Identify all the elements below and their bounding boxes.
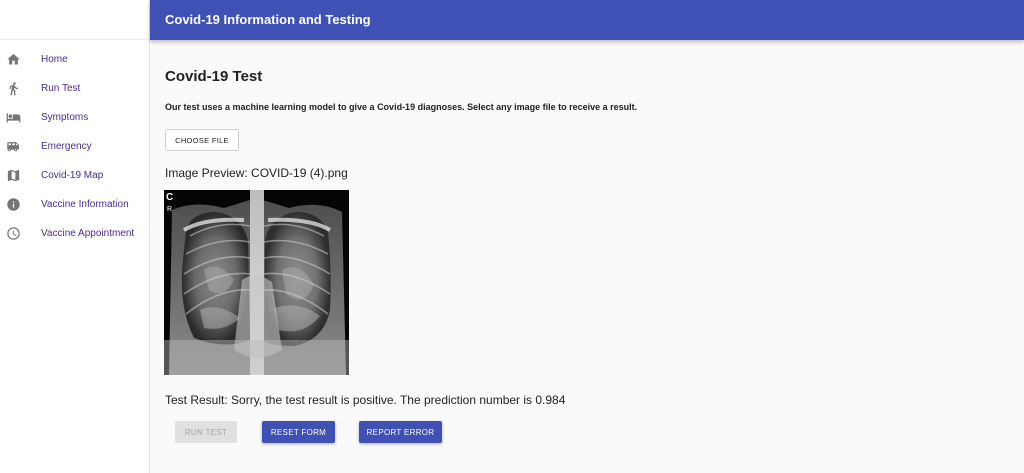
- test-result-text: Test Result: Sorry, the test result is p…: [165, 393, 566, 407]
- choose-file-button[interactable]: CHOOSE FILE: [165, 129, 239, 151]
- report-error-button[interactable]: REPORT ERROR: [359, 421, 442, 443]
- running-person-icon: [6, 81, 21, 96]
- reset-form-button[interactable]: RESET FORM: [262, 421, 335, 443]
- hotel-bed-icon: [6, 110, 21, 125]
- image-marker-r: R: [167, 206, 172, 213]
- sidebar-item-label: Covid-19 Map: [41, 170, 104, 181]
- page-title: Covid-19 Test: [165, 68, 263, 85]
- sidebar-item-label: Symptoms: [41, 112, 89, 123]
- xray-image-preview: C R: [164, 190, 349, 375]
- home-icon: [6, 52, 21, 67]
- sidebar-header: [0, 0, 149, 40]
- app-bar: Covid-19 Information and Testing: [150, 0, 1024, 40]
- test-description: Our test uses a machine learning model t…: [165, 102, 638, 112]
- map-icon: [6, 168, 21, 183]
- image-preview-title: Image Preview: COVID-19 (4).png: [165, 166, 348, 180]
- sidebar-item-covid-map[interactable]: Covid-19 Map: [0, 161, 149, 190]
- run-test-button[interactable]: RUN TEST: [175, 421, 237, 443]
- sidebar-item-label: Run Test: [41, 83, 81, 94]
- sidebar-item-home[interactable]: Home: [0, 45, 149, 74]
- sidebar-item-symptoms[interactable]: Symptoms: [0, 103, 149, 132]
- bus-icon: [6, 139, 21, 154]
- sidebar: Home Run Test Symptoms Emergency Covid-1…: [0, 0, 150, 473]
- sidebar-item-run-test[interactable]: Run Test: [0, 74, 149, 103]
- sidebar-item-label: Vaccine Information: [41, 199, 129, 210]
- sidebar-item-vaccine-appointment[interactable]: Vaccine Appointment: [0, 219, 149, 248]
- image-marker-c: C: [166, 192, 173, 203]
- sidebar-item-label: Home: [41, 54, 68, 65]
- sidebar-item-label: Vaccine Appointment: [41, 228, 135, 239]
- sidebar-item-vaccine-information[interactable]: Vaccine Information: [0, 190, 149, 219]
- sidebar-item-emergency[interactable]: Emergency: [0, 132, 149, 161]
- clock-icon: [6, 226, 21, 241]
- app-title: Covid-19 Information and Testing: [165, 12, 371, 27]
- sidebar-item-label: Emergency: [41, 141, 92, 152]
- info-icon: [6, 197, 21, 212]
